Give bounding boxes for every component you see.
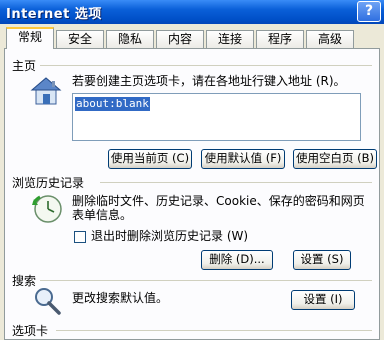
tabs-section-divider [56, 330, 372, 331]
use-blank-button[interactable]: 使用空白页 (B) [293, 149, 377, 169]
history-clock-icon [32, 195, 62, 223]
home-page-section-label: 主页 [12, 59, 37, 73]
tab-content[interactable]: 内容 [156, 30, 204, 48]
delete-history-button[interactable]: 删除 (D)... [201, 250, 273, 270]
search-description: 更改搜索默认值。 [72, 291, 169, 305]
title-bar: Internet 选项 ? [0, 0, 384, 24]
tab-general[interactable]: 常规 [6, 27, 54, 49]
tab-programs[interactable]: 程序 [256, 30, 304, 48]
home-page-address-value: about:blank [75, 97, 150, 111]
help-button[interactable]: ? [357, 1, 381, 22]
history-section-label: 浏览历史记录 [12, 176, 85, 190]
history-description-line1: 删除临时文件、历史记录、Cookie、保存的密码和网页 [72, 194, 365, 208]
home-page-divider [40, 65, 372, 66]
magnifier-icon [35, 288, 61, 315]
delete-history-on-exit-label: 退出时删除浏览历史记录 (W) [91, 229, 249, 243]
history-settings-button[interactable]: 设置 (S) [293, 250, 351, 270]
history-divider [100, 182, 372, 183]
home-page-address-input[interactable]: about:blank [72, 93, 361, 141]
tab-advanced[interactable]: 高级 [306, 30, 354, 48]
search-divider [40, 280, 372, 281]
tab-security[interactable]: 安全 [56, 30, 104, 48]
use-current-button[interactable]: 使用当前页 (C) [108, 149, 192, 169]
delete-history-on-exit-checkbox[interactable] [74, 231, 86, 243]
tab-privacy[interactable]: 隐私 [106, 30, 154, 48]
tabs-section-label: 选项卡 [12, 324, 49, 338]
tab-strip: 常规 安全 隐私 内容 连接 程序 高级 [4, 27, 380, 49]
window-title: Internet 选项 [6, 7, 102, 22]
house-icon [30, 77, 62, 105]
history-description-line2: 表单信息。 [72, 208, 133, 222]
tab-connections[interactable]: 连接 [206, 30, 254, 48]
search-settings-button[interactable]: 设置 (I) [291, 290, 355, 310]
use-default-button[interactable]: 使用默认值 (F) [201, 149, 285, 169]
home-page-description: 若要创建主页选项卡，请在各地址行键入地址 (R)。 [72, 74, 346, 88]
